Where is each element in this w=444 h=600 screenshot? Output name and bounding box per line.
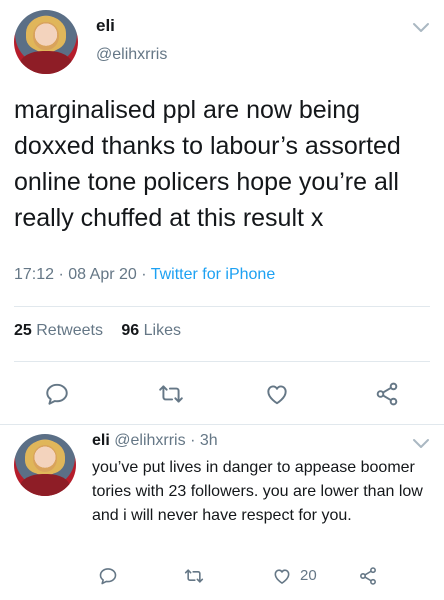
reply-header: eli @elihxrris · 3h	[92, 432, 218, 450]
main-tweet: eli @elihxrris marginalised ppl are now …	[0, 0, 444, 424]
tweet-text: marginalised ppl are now being doxxed th…	[14, 96, 408, 232]
avatar[interactable]	[14, 10, 78, 74]
meta-separator: ·	[190, 432, 200, 449]
reply-text: you’ve put lives in danger to appease bo…	[92, 459, 423, 524]
like-count[interactable]: 96	[121, 322, 139, 339]
reply-icon[interactable]	[44, 381, 70, 407]
tweet-date: 08 Apr 20	[68, 266, 137, 283]
avatar[interactable]	[14, 434, 76, 496]
tweet-source-link[interactable]: Twitter for iPhone	[151, 266, 276, 283]
retweet-count[interactable]: 25	[14, 322, 32, 339]
divider	[14, 361, 430, 362]
tweet-age: 3h	[199, 432, 218, 449]
tweet-stats: 25 Retweets 96 Likes	[14, 322, 181, 340]
user-handle[interactable]: @elihxrris	[96, 46, 167, 64]
tweet-meta: 17:12 · 08 Apr 20 · Twitter for iPhone	[14, 266, 275, 284]
retweet-label[interactable]: Retweets	[36, 322, 103, 339]
reply-like-count[interactable]: 20	[300, 567, 317, 584]
reply-icon[interactable]	[98, 566, 118, 586]
like-label[interactable]: Likes	[144, 322, 181, 339]
user-handle[interactable]: @elihxrris	[114, 432, 185, 449]
chevron-down-icon[interactable]	[412, 22, 430, 34]
share-icon[interactable]	[358, 566, 378, 586]
meta-separator: ·	[58, 266, 69, 283]
display-name[interactable]: eli	[92, 432, 110, 449]
tweet-time: 17:12	[14, 266, 55, 283]
heart-icon[interactable]	[264, 381, 290, 407]
retweet-icon[interactable]	[184, 566, 204, 586]
share-icon[interactable]	[374, 381, 400, 407]
divider	[14, 306, 430, 307]
display-name[interactable]: eli	[96, 16, 115, 36]
retweet-icon[interactable]	[158, 381, 184, 407]
meta-separator: ·	[141, 266, 151, 283]
reply-tweet[interactable]: eli @elihxrris · 3h you’ve put lives in …	[0, 424, 444, 600]
heart-icon[interactable]	[272, 566, 292, 586]
chevron-down-icon[interactable]	[412, 438, 430, 450]
